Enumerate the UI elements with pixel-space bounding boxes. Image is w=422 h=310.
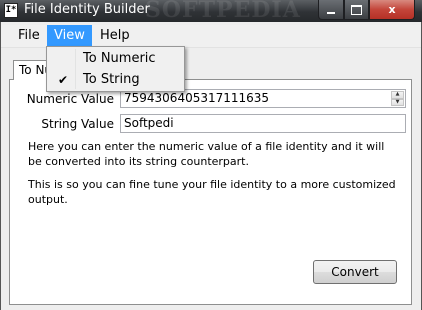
menu-file[interactable]: File (11, 25, 47, 46)
menu-item-label: To String (83, 72, 140, 87)
close-icon: x (388, 3, 396, 16)
checkmark-icon: ✔ (58, 73, 69, 87)
view-menu-dropdown: To Numeric ✔ To String (46, 46, 185, 92)
string-value-field[interactable]: Softpedi (120, 114, 406, 133)
menu-item-to-numeric[interactable]: To Numeric (47, 49, 184, 69)
spin-down-icon[interactable]: ▼ (391, 98, 404, 106)
numeric-value-text: 7594306405317111635 (124, 91, 270, 105)
menu-view[interactable]: View (47, 25, 92, 46)
string-value-label: String Value (41, 117, 114, 131)
title-bar: I* SOFTPEDIA File Identity Builder x (0, 0, 422, 23)
tab-panel: Numeric Value 7594306405317111635 ▲ ▼ St… (9, 79, 412, 305)
menu-item-to-string[interactable]: ✔ To String (47, 70, 184, 90)
spin-up-icon[interactable]: ▲ (391, 91, 404, 99)
minimize-button[interactable] (318, 0, 344, 20)
numeric-spinner: ▲ ▼ (391, 91, 404, 106)
minimize-icon (327, 12, 335, 14)
numeric-value-label: Numeric Value (26, 92, 114, 106)
menu-bar: File View Help (1, 25, 421, 48)
watermark: SOFTPEDIA (145, 0, 301, 23)
convert-button[interactable]: Convert (313, 260, 397, 284)
string-value-text: Softpedi (124, 116, 174, 130)
description-text-2: This is so you can fine tune your file i… (28, 178, 396, 206)
maximize-button[interactable] (344, 0, 369, 20)
close-button[interactable]: x (369, 0, 415, 20)
maximize-icon (351, 4, 362, 15)
menu-help[interactable]: Help (93, 25, 137, 46)
window-title: File Identity Builder (24, 2, 150, 17)
menu-item-label: To Numeric (83, 51, 156, 66)
description-text: Here you can enter the numeric value of … (28, 140, 385, 168)
app-icon: I* (4, 3, 18, 18)
